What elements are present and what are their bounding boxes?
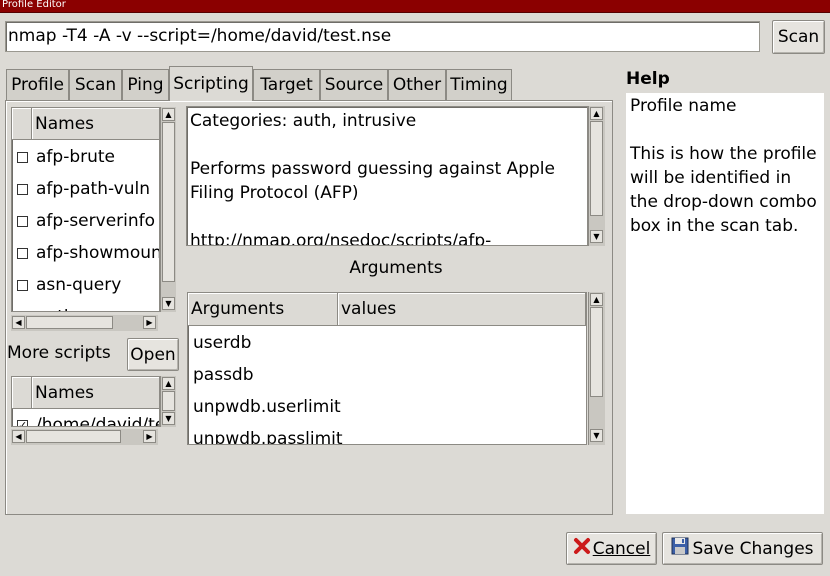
scroll-thumb[interactable]: [162, 122, 175, 282]
more-scripts-list: Names ✓ /home/david/test.nse: [11, 376, 160, 427]
script-name: afp-brute: [36, 147, 116, 167]
script-name: asn-query: [36, 275, 122, 295]
scroll-up-icon[interactable]: ▲: [162, 377, 175, 390]
list-item[interactable]: afp-path-vuln: [12, 173, 150, 205]
help-text: Profile name This is how the profile wil…: [626, 93, 824, 514]
scripts-list-vscrollbar[interactable]: ▲ ▼: [160, 107, 176, 312]
arguments-title: Arguments: [349, 258, 443, 278]
scroll-up-icon[interactable]: ▲: [590, 293, 603, 306]
scroll-left-icon[interactable]: ◀: [12, 316, 25, 329]
tab-ping[interactable]: Ping: [122, 69, 169, 100]
script-checkbox[interactable]: [17, 247, 28, 259]
scroll-up-icon[interactable]: ▲: [590, 107, 603, 120]
scripts-list-hscrollbar[interactable]: ◀ ▶: [11, 315, 158, 331]
scroll-thumb[interactable]: [162, 391, 175, 411]
title-bar: Profile Editor: [0, 0, 830, 13]
cancel-label: Cancel: [592, 538, 651, 559]
scroll-thumb[interactable]: [26, 430, 121, 443]
description-line: Filing Protocol (AFP): [190, 183, 359, 203]
script-checkbox[interactable]: [17, 183, 28, 195]
more-scripts-label: More scripts: [7, 343, 111, 363]
scripts-list: Names afp-brute afp-path-vuln afp-server…: [11, 107, 160, 312]
description-vscrollbar[interactable]: ▲ ▼: [588, 106, 605, 246]
floppy-disk-icon: [671, 537, 689, 560]
script-checkbox[interactable]: [17, 215, 28, 227]
description-link[interactable]: http://nmap.org/nsedoc/scripts/afp-: [190, 229, 584, 245]
argument-name: unpwdb.passlimit: [193, 429, 343, 445]
scan-button[interactable]: Scan: [772, 20, 825, 54]
scroll-thumb[interactable]: [26, 316, 113, 329]
tab-scripting[interactable]: Scripting: [169, 66, 253, 101]
description-line: Performs password guessing against Apple: [190, 159, 555, 179]
save-label: Save Changes: [692, 538, 814, 559]
help-heading: Profile name: [630, 96, 737, 116]
scroll-thumb[interactable]: [590, 121, 603, 216]
argument-name: unpwdb.userlimit: [193, 397, 341, 417]
scroll-down-icon[interactable]: ▼: [162, 412, 175, 425]
script-checkbox[interactable]: [17, 151, 28, 163]
names-column-header[interactable]: Names: [32, 108, 159, 140]
script-name: auth-owners: [36, 307, 142, 311]
script-checkbox[interactable]: ✓: [17, 419, 28, 426]
script-name: afp-path-vuln: [36, 179, 150, 199]
arguments-column-header[interactable]: Arguments: [188, 293, 338, 326]
script-checkbox[interactable]: [17, 312, 28, 313]
tab-other[interactable]: Other: [388, 69, 446, 100]
table-row[interactable]: unpwdb.userlimit: [188, 391, 586, 423]
scroll-right-icon[interactable]: ▶: [143, 430, 156, 443]
script-checkbox[interactable]: [17, 279, 28, 291]
argument-name: passdb: [193, 365, 254, 385]
scroll-up-icon[interactable]: ▲: [162, 108, 175, 121]
scroll-down-icon[interactable]: ▼: [590, 230, 603, 243]
script-path: /home/david/test.nse: [36, 415, 159, 427]
red-x-icon: [573, 537, 591, 560]
names-column-header[interactable]: Names: [32, 377, 159, 409]
values-column-header[interactable]: values: [338, 293, 586, 326]
tab-source[interactable]: Source: [320, 69, 388, 100]
help-body: This is how the profile will be identifi…: [630, 144, 817, 236]
list-item[interactable]: ✓ /home/david/test.nse: [12, 409, 159, 427]
script-name: afp-showmount: [36, 243, 160, 263]
table-row[interactable]: userdb: [188, 327, 586, 359]
description-line: Categories: auth, intrusive: [190, 111, 417, 131]
command-input[interactable]: nmap -T4 -A -v --script=/home/david/test…: [5, 21, 760, 52]
scroll-right-icon[interactable]: ▶: [143, 316, 156, 329]
script-name: afp-serverinfo: [36, 211, 156, 231]
scroll-left-icon[interactable]: ◀: [12, 430, 25, 443]
scroll-down-icon[interactable]: ▼: [162, 297, 175, 310]
tab-timing[interactable]: Timing: [446, 69, 512, 100]
list-item[interactable]: auth-owners: [12, 301, 142, 313]
table-row[interactable]: passdb: [188, 359, 586, 391]
open-button[interactable]: Open: [127, 338, 179, 371]
help-title: Help: [626, 69, 670, 89]
more-scripts-vscrollbar[interactable]: ▲ ▼: [160, 376, 176, 427]
list-item[interactable]: asn-query: [12, 269, 121, 301]
scroll-thumb[interactable]: [590, 307, 603, 397]
window-title: Profile Editor: [2, 0, 66, 10]
table-row[interactable]: unpwdb.passlimit: [188, 423, 586, 445]
arguments-vscrollbar[interactable]: ▲ ▼: [588, 292, 605, 445]
argument-name: userdb: [193, 333, 252, 353]
more-scripts-hscrollbar[interactable]: ◀ ▶: [11, 429, 158, 445]
description-line: [190, 133, 584, 157]
list-item[interactable]: afp-showmount: [12, 237, 160, 269]
scroll-down-icon[interactable]: ▼: [590, 429, 603, 442]
description-line: [190, 205, 584, 229]
arguments-table: Arguments values userdb passdb unpwdb.us…: [187, 292, 587, 445]
cancel-button[interactable]: Cancel: [566, 532, 657, 565]
list-item[interactable]: afp-brute: [12, 141, 115, 173]
script-description: Categories: auth, intrusive Performs pas…: [186, 106, 588, 246]
tab-profile[interactable]: Profile: [6, 69, 69, 100]
save-changes-button[interactable]: Save Changes: [662, 532, 823, 565]
list-item[interactable]: afp-serverinfo: [12, 205, 155, 237]
tab-scan[interactable]: Scan: [69, 69, 122, 100]
tab-target[interactable]: Target: [253, 69, 320, 100]
